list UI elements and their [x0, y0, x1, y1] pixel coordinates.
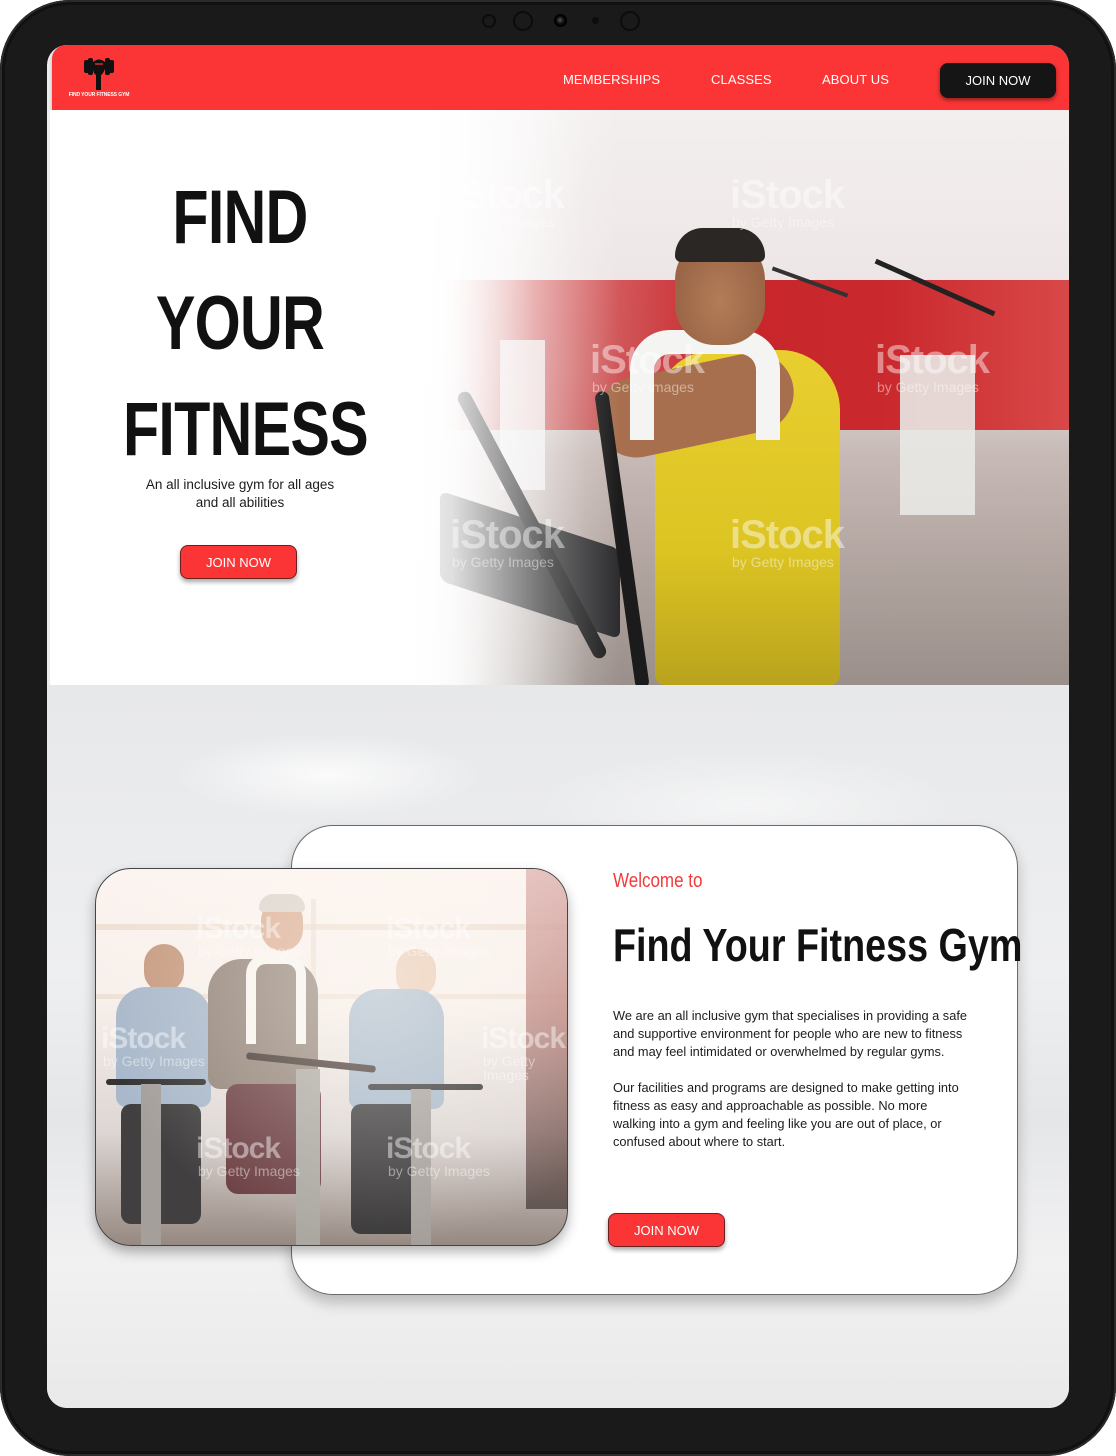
watermark: iStock by Getty Images	[875, 338, 990, 395]
watermark: iStock by Getty Images	[730, 173, 845, 230]
hero-title: FIND YOUR FITNESS	[123, 165, 369, 483]
nav-link-about-us[interactable]: ABOUT US	[822, 72, 889, 87]
main-nav: MEMBERSHIPS CLASSES ABOUT US	[52, 45, 1069, 110]
hero-title-line: FITNESS	[123, 387, 369, 472]
camera-icon	[554, 14, 567, 27]
hero-image: iStock by Getty Images iStock by Getty Ima…	[380, 110, 1069, 685]
about-paragraph: Our facilities and programs are designed…	[613, 1080, 959, 1149]
about-body: We are an all inclusive gym that special…	[613, 1007, 973, 1169]
watermark: iStock by Getty Images	[101, 1022, 205, 1069]
screen: FIND YOUR FITNESS GYM MEMBERSHIPS CLASSE…	[47, 45, 1069, 1408]
sensor-icon	[513, 11, 533, 31]
watermark: iStock by Getty Images	[386, 912, 490, 959]
nav-link-classes[interactable]: CLASSES	[711, 72, 772, 87]
hero-section: iStock by Getty Images iStock by Getty Ima…	[50, 110, 1069, 685]
tablet-frame: FIND YOUR FITNESS GYM MEMBERSHIPS CLASSE…	[0, 0, 1116, 1456]
hero-join-now-button[interactable]: JOIN NOW	[180, 545, 297, 579]
watermark: iStock by Getty Images	[481, 1022, 566, 1083]
about-paragraph: We are an all inclusive gym that special…	[613, 1008, 967, 1059]
about-eyebrow: Welcome to	[613, 870, 703, 892]
hero-subtitle: An all inclusive gym for all ages and al…	[145, 477, 335, 510]
watermark: iStock by Getty Images	[730, 513, 845, 570]
about-title: Find Your Fitness Gym	[613, 919, 1023, 971]
sensor-icon	[620, 11, 640, 31]
photo-person-hair	[675, 228, 765, 262]
watermark: iStock by Getty Images	[386, 1132, 490, 1179]
watermark: iStock by Getty Images	[450, 173, 565, 230]
sensor-icon	[482, 14, 496, 28]
sensor-icon	[592, 17, 599, 24]
nav-join-now-button[interactable]: JOIN NOW	[940, 63, 1056, 98]
watermark: iStock by Getty Images	[196, 912, 300, 959]
about-image: iStock by Getty Images iStock by Getty Ima…	[95, 868, 568, 1246]
watermark: iStock by Getty Images	[450, 513, 565, 570]
about-join-now-button[interactable]: JOIN NOW	[608, 1213, 725, 1247]
camera-bar	[478, 9, 648, 33]
watermark: iStock by Getty Images	[590, 338, 705, 395]
about-section: iStock by Getty Images iStock by Getty Ima…	[47, 685, 1069, 1408]
nav-link-memberships[interactable]: MEMBERSHIPS	[563, 72, 660, 87]
hero-title-line: YOUR	[155, 281, 325, 366]
watermark: iStock by Getty Images	[196, 1132, 300, 1179]
hero-title-line: FIND	[172, 175, 308, 260]
navbar: FIND YOUR FITNESS GYM MEMBERSHIPS CLASSE…	[52, 45, 1069, 110]
